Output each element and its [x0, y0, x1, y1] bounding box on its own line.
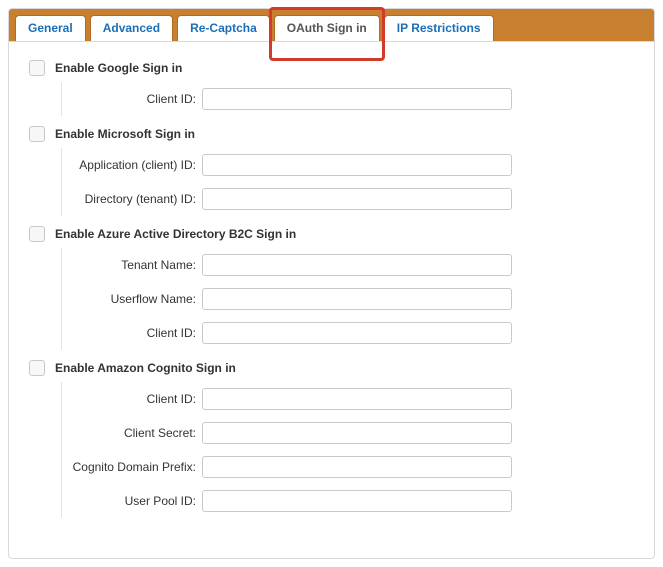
section-header-amazon-cognito: Enable Amazon Cognito Sign in: [29, 360, 634, 376]
section-title-amazon-cognito: Enable Amazon Cognito Sign in: [55, 361, 236, 375]
section-header-microsoft: Enable Microsoft Sign in: [29, 126, 634, 142]
field-row-azure-b2c-tenant-name: Tenant Name:: [62, 248, 634, 282]
input-amazon-cognito-cognito-domain-prefix[interactable]: [202, 456, 512, 478]
tab-advanced[interactable]: Advanced: [90, 15, 173, 41]
checkbox-enable-microsoft[interactable]: [29, 126, 45, 142]
section-title-azure-b2c: Enable Azure Active Directory B2C Sign i…: [55, 227, 296, 241]
input-google-client-id[interactable]: [202, 88, 512, 110]
input-azure-b2c-client-id[interactable]: [202, 322, 512, 344]
section-amazon-cognito: Enable Amazon Cognito Sign inClient ID:C…: [29, 360, 634, 518]
checkbox-enable-google[interactable]: [29, 60, 45, 76]
field-row-amazon-cognito-client-secret: Client Secret:: [62, 416, 634, 450]
tab-bar: GeneralAdvancedRe-CaptchaOAuth Sign inIP…: [9, 9, 654, 41]
input-amazon-cognito-client-id[interactable]: [202, 388, 512, 410]
label-azure-b2c-tenant-name: Tenant Name:: [62, 258, 202, 272]
label-google-client-id: Client ID:: [62, 92, 202, 106]
settings-panel: GeneralAdvancedRe-CaptchaOAuth Sign inIP…: [8, 8, 655, 559]
label-amazon-cognito-client-secret: Client Secret:: [62, 426, 202, 440]
checkbox-enable-azure-b2c[interactable]: [29, 226, 45, 242]
input-microsoft-directory-tenant-id[interactable]: [202, 188, 512, 210]
label-azure-b2c-userflow-name: Userflow Name:: [62, 292, 202, 306]
label-azure-b2c-client-id: Client ID:: [62, 326, 202, 340]
fields-google: Client ID:: [61, 82, 634, 116]
field-row-amazon-cognito-cognito-domain-prefix: Cognito Domain Prefix:: [62, 450, 634, 484]
field-row-microsoft-application-client-id: Application (client) ID:: [62, 148, 634, 182]
field-row-azure-b2c-userflow-name: Userflow Name:: [62, 282, 634, 316]
label-amazon-cognito-client-id: Client ID:: [62, 392, 202, 406]
fields-microsoft: Application (client) ID: Directory (tenan…: [61, 148, 634, 216]
tab-ip-restrictions[interactable]: IP Restrictions: [384, 15, 494, 41]
label-amazon-cognito-user-pool-id: User Pool ID:: [62, 494, 202, 508]
tab-general[interactable]: General: [15, 15, 86, 41]
tab-re-captcha[interactable]: Re-Captcha: [177, 15, 270, 41]
input-azure-b2c-tenant-name[interactable]: [202, 254, 512, 276]
field-row-amazon-cognito-user-pool-id: User Pool ID:: [62, 484, 634, 518]
field-row-azure-b2c-client-id: Client ID:: [62, 316, 634, 350]
section-title-microsoft: Enable Microsoft Sign in: [55, 127, 195, 141]
section-azure-b2c: Enable Azure Active Directory B2C Sign i…: [29, 226, 634, 350]
section-header-google: Enable Google Sign in: [29, 60, 634, 76]
field-row-microsoft-directory-tenant-id: Directory (tenant) ID:: [62, 182, 634, 216]
input-amazon-cognito-client-secret[interactable]: [202, 422, 512, 444]
section-google: Enable Google Sign in Client ID:: [29, 60, 634, 116]
tab-oauth-sign-in[interactable]: OAuth Sign in: [274, 15, 380, 41]
field-row-amazon-cognito-client-id: Client ID:: [62, 382, 634, 416]
fields-azure-b2c: Tenant Name: Userflow Name: Client ID:: [61, 248, 634, 350]
tab-content: Enable Google Sign in Client ID: Enable Mi…: [9, 41, 654, 558]
section-header-azure-b2c: Enable Azure Active Directory B2C Sign i…: [29, 226, 634, 242]
checkbox-enable-amazon-cognito[interactable]: [29, 360, 45, 376]
input-microsoft-application-client-id[interactable]: [202, 154, 512, 176]
fields-amazon-cognito: Client ID: Client Secret: Cognito Domain P…: [61, 382, 634, 518]
label-amazon-cognito-cognito-domain-prefix: Cognito Domain Prefix:: [62, 460, 202, 474]
input-amazon-cognito-user-pool-id[interactable]: [202, 490, 512, 512]
input-azure-b2c-userflow-name[interactable]: [202, 288, 512, 310]
label-microsoft-application-client-id: Application (client) ID:: [62, 158, 202, 172]
field-row-google-client-id: Client ID:: [62, 82, 634, 116]
section-microsoft: Enable Microsoft Sign in Application (cli…: [29, 126, 634, 216]
section-title-google: Enable Google Sign in: [55, 61, 182, 75]
label-microsoft-directory-tenant-id: Directory (tenant) ID:: [62, 192, 202, 206]
